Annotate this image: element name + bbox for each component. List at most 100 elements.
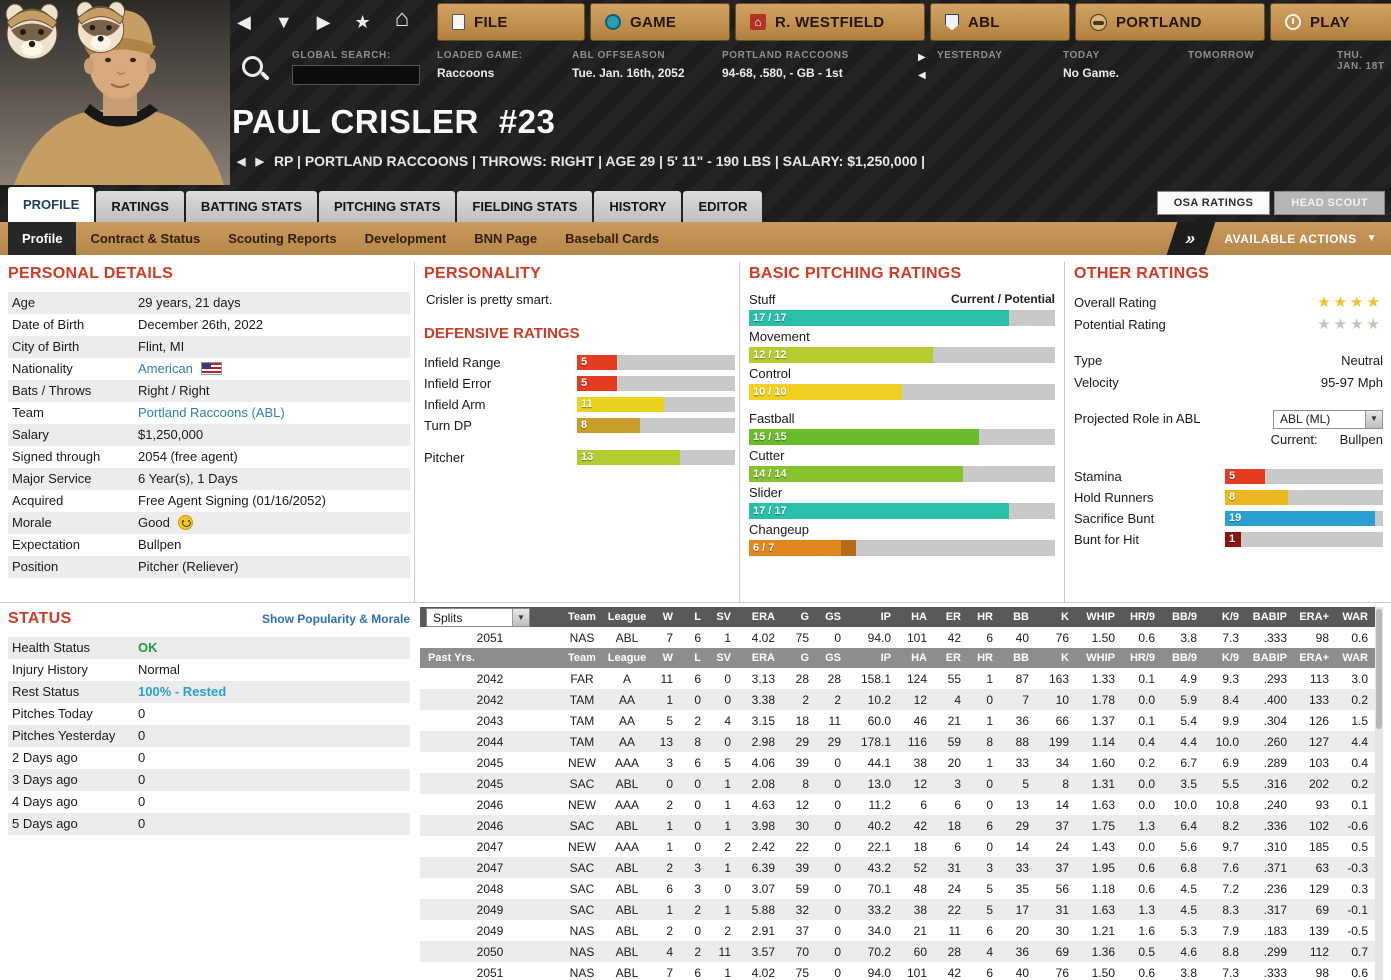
- rating-bar: 17 / 17: [749, 310, 1055, 326]
- app-window: ◀ ▼ ▶ ★ ⌂ FILEGAMER. WESTFIELDABLPORTLANDPLA…: [0, 0, 1391, 980]
- stats-row[interactable]: 2049 NAS ABL 2 0 2 2.91 37 0 34.0 21 11 6 20 30 1.21 1.6…: [420, 920, 1375, 941]
- detail-label: Nationality: [12, 361, 73, 376]
- today-value: No Game.: [1063, 66, 1120, 80]
- stats-row[interactable]: 2043 TAM AA 5 2 4 3.15 18 11 60.0 46 21 1 36 66 1.37 0.1…: [420, 710, 1375, 731]
- pitch-rating: Slider 17 / 17: [749, 485, 1055, 519]
- rating-bar: 17 / 17: [749, 503, 1055, 519]
- rating-label: Bunt for Hit: [1074, 531, 1140, 547]
- tab-history[interactable]: HISTORY: [594, 191, 682, 222]
- search-input[interactable]: [292, 65, 420, 85]
- morale-smiley-icon: [177, 515, 193, 530]
- menu-play[interactable]: PLAY: [1270, 3, 1391, 41]
- next-day-icon[interactable]: ▶: [918, 52, 926, 63]
- button-head-scout[interactable]: HEAD SCOUT: [1274, 191, 1385, 215]
- stats-row[interactable]: 2047 SAC ABL 2 3 1 6.39 39 0 43.2 52 31 3 33 37 1.95 0.6…: [420, 857, 1375, 878]
- menu-buttons: FILEGAMER. WESTFIELDABLPORTLANDPLAY: [437, 3, 1391, 41]
- forward-icon[interactable]: ▶: [317, 10, 331, 34]
- pitch-rating: Cutter 14 / 14: [749, 448, 1055, 482]
- back-icon[interactable]: ◀: [237, 10, 251, 34]
- detail-row: Acquired Free Agent Signing (01/16/2052): [8, 490, 410, 512]
- type-row: Type Neutral: [1074, 350, 1383, 372]
- rating-bar: 19: [1225, 510, 1383, 526]
- stats-header-row[interactable]: Team League W L SV ERA G GS IP HA ER HR BB K WHIP HR/9 B…: [420, 607, 1375, 627]
- menu-team[interactable]: PORTLAND: [1075, 3, 1265, 41]
- yesterday-section[interactable]: YESTERDAY: [937, 50, 1003, 61]
- scrollbar-thumb[interactable]: [1376, 609, 1382, 729]
- rating-label: Pitcher: [424, 449, 465, 465]
- detail-value[interactable]: American: [138, 358, 410, 380]
- next-date-label: THU. JAN. 18T: [1337, 50, 1385, 72]
- today-section[interactable]: TODAY No Game.: [1063, 50, 1119, 80]
- tab-fielding-stats[interactable]: FIELDING STATS: [457, 191, 593, 222]
- stats-past-header-row[interactable]: Past Yrs. Team League W L SV ERA G GS IP HA ER HR BB K…: [420, 648, 1375, 668]
- detail-value: Flint, MI: [138, 339, 185, 354]
- subtab-profile[interactable]: Profile: [8, 222, 77, 255]
- detail-row: Major Service 6 Year(s), 1 Days: [8, 468, 410, 490]
- available-actions[interactable]: » AVAILABLE ACTIONS ▼: [1166, 222, 1391, 255]
- table-scrollbar[interactable]: [1375, 607, 1383, 980]
- detail-row: Date of Birth December 26th, 2022: [8, 314, 410, 336]
- stats-current-row[interactable]: 2051 NAS ABL 7 6 1 4.02 75 0 94.0 101 42 6 40 76 1.50 0.…: [420, 627, 1375, 648]
- next-player-icon[interactable]: ▶: [255, 155, 263, 168]
- stats-row[interactable]: 2051 NAS ABL 7 6 1 4.02 75 0 94.0 101 42 6 40 76 1.50 0.…: [420, 962, 1375, 980]
- menu-game[interactable]: GAME: [590, 3, 730, 41]
- subtab-contract-status[interactable]: Contract & Status: [76, 222, 214, 255]
- detail-value: Right / Right: [138, 383, 210, 398]
- stats-row[interactable]: 2044 TAM AA 13 8 0 2.98 29 29 178.1 116 59 8 88 199 1.1…: [420, 731, 1375, 752]
- defensive-rating-row: Turn DP 8: [424, 415, 735, 435]
- show-popularity-link[interactable]: Show Popularity & Morale: [262, 612, 410, 626]
- tab-pitching-stats[interactable]: PITCHING STATS: [319, 191, 456, 222]
- rating-label: Infield Range: [424, 354, 501, 370]
- current-role-label: Current:: [1270, 432, 1318, 447]
- detail-value: Good: [138, 512, 410, 534]
- detail-label: Bats / Throws: [12, 383, 92, 398]
- subtab-bnn-page[interactable]: BNN Page: [460, 222, 551, 255]
- prev-player-icon[interactable]: ◀: [237, 155, 245, 168]
- stats-row[interactable]: 2042 TAM AA 1 0 0 3.38 2 2 10.2 12 4 0 7 10 1.78 0.0 5.9 8…: [420, 689, 1375, 710]
- menu-file[interactable]: FILE: [437, 3, 585, 41]
- search-icon[interactable]: [240, 54, 272, 86]
- divider: [1064, 262, 1065, 602]
- stats-row[interactable]: 2046 NEW AAA 2 0 1 4.63 12 0 11.2 6 6 0 13 14 1.63 0.0 10…: [420, 794, 1375, 815]
- tomorrow-section[interactable]: TOMORROW: [1188, 50, 1254, 61]
- stats-row[interactable]: 2046 SAC ABL 1 0 1 3.98 30 0 40.2 42 18 6 29 37 1.75 1.3…: [420, 815, 1375, 836]
- detail-value[interactable]: Portland Raccoons (ABL): [138, 402, 410, 424]
- divider: [739, 262, 740, 602]
- rating-bar: 14 / 14: [749, 466, 1055, 482]
- stats-row[interactable]: 2042 FAR A 11 6 0 3.13 28 28 158.1 124 55 1 87 163 1.33…: [420, 668, 1375, 689]
- player-name-text: PAUL CRISLER: [232, 103, 479, 140]
- menu-manager[interactable]: R. WESTFIELD: [735, 3, 925, 41]
- stats-row[interactable]: 2045 NEW AAA 3 6 5 4.06 39 0 44.1 38 20 1 33 34 1.60 0.2…: [420, 752, 1375, 773]
- button-osa-ratings[interactable]: OSA RATINGS: [1156, 191, 1271, 215]
- favorites-icon[interactable]: ★: [355, 10, 371, 34]
- detail-row: Signed through 2054 (free agent): [8, 446, 410, 468]
- tab-profile[interactable]: PROFILE: [8, 187, 95, 222]
- player-name: PAUL CRISLER #23: [232, 103, 555, 141]
- projected-role-dropdown[interactable]: ABL (ML) ▼: [1273, 409, 1383, 429]
- pitching-ratings-panel: BASIC PITCHING RATINGS Stuff Current / Po…: [749, 265, 1055, 559]
- prev-day-icon[interactable]: ◀: [918, 70, 926, 81]
- stats-row[interactable]: 2045 SAC ABL 0 0 1 2.08 8 0 13.0 12 3 0 5 8 1.31 0.0 3.5 5…: [420, 773, 1375, 794]
- game-date: Tue. Jan. 16th, 2052: [572, 66, 685, 80]
- other-rating-row: Hold Runners 8: [1074, 487, 1383, 507]
- status-row: 5 Days ago 0: [8, 813, 410, 835]
- stats-row[interactable]: 2050 NAS ABL 4 2 11 3.57 70 0 70.2 60 28 4 36 69 1.36 0.…: [420, 941, 1375, 962]
- subtab-development[interactable]: Development: [351, 222, 461, 255]
- subtab-scouting-reports[interactable]: Scouting Reports: [214, 222, 350, 255]
- menu-league[interactable]: ABL: [930, 3, 1070, 41]
- dropdown-icon[interactable]: ▼: [275, 10, 293, 34]
- detail-value: 29 years, 21 days: [138, 295, 241, 310]
- subtab-baseball-cards[interactable]: Baseball Cards: [551, 222, 673, 255]
- splits-dropdown[interactable]: Splits ▼: [426, 608, 530, 627]
- stats-row[interactable]: 2049 SAC ABL 1 2 1 5.88 32 0 33.2 38 22 5 17 31 1.63 1.3…: [420, 899, 1375, 920]
- tab-bar-left: PROFILE RATINGS BATTING STATS PITCHING STAT…: [8, 187, 764, 222]
- current-potential-label: Current / Potential: [950, 292, 1055, 306]
- stats-row[interactable]: 2047 NEW AAA 1 0 2 2.42 22 0 22.1 18 6 0 14 24 1.43 0.0 5…: [420, 836, 1375, 857]
- personality-panel: PERSONALITY Crisler is pretty smart. DEF…: [424, 265, 735, 468]
- other-rating-row: Sacrifice Bunt 19: [1074, 508, 1383, 528]
- tab-editor[interactable]: EDITOR: [683, 191, 763, 222]
- stats-row[interactable]: 2048 SAC ABL 6 3 0 3.07 59 0 70.1 48 24 5 35 56 1.18 0.6…: [420, 878, 1375, 899]
- home-icon[interactable]: ⌂: [395, 7, 410, 34]
- tab-ratings[interactable]: RATINGS: [96, 191, 184, 222]
- tab-batting-stats[interactable]: BATTING STATS: [185, 191, 317, 222]
